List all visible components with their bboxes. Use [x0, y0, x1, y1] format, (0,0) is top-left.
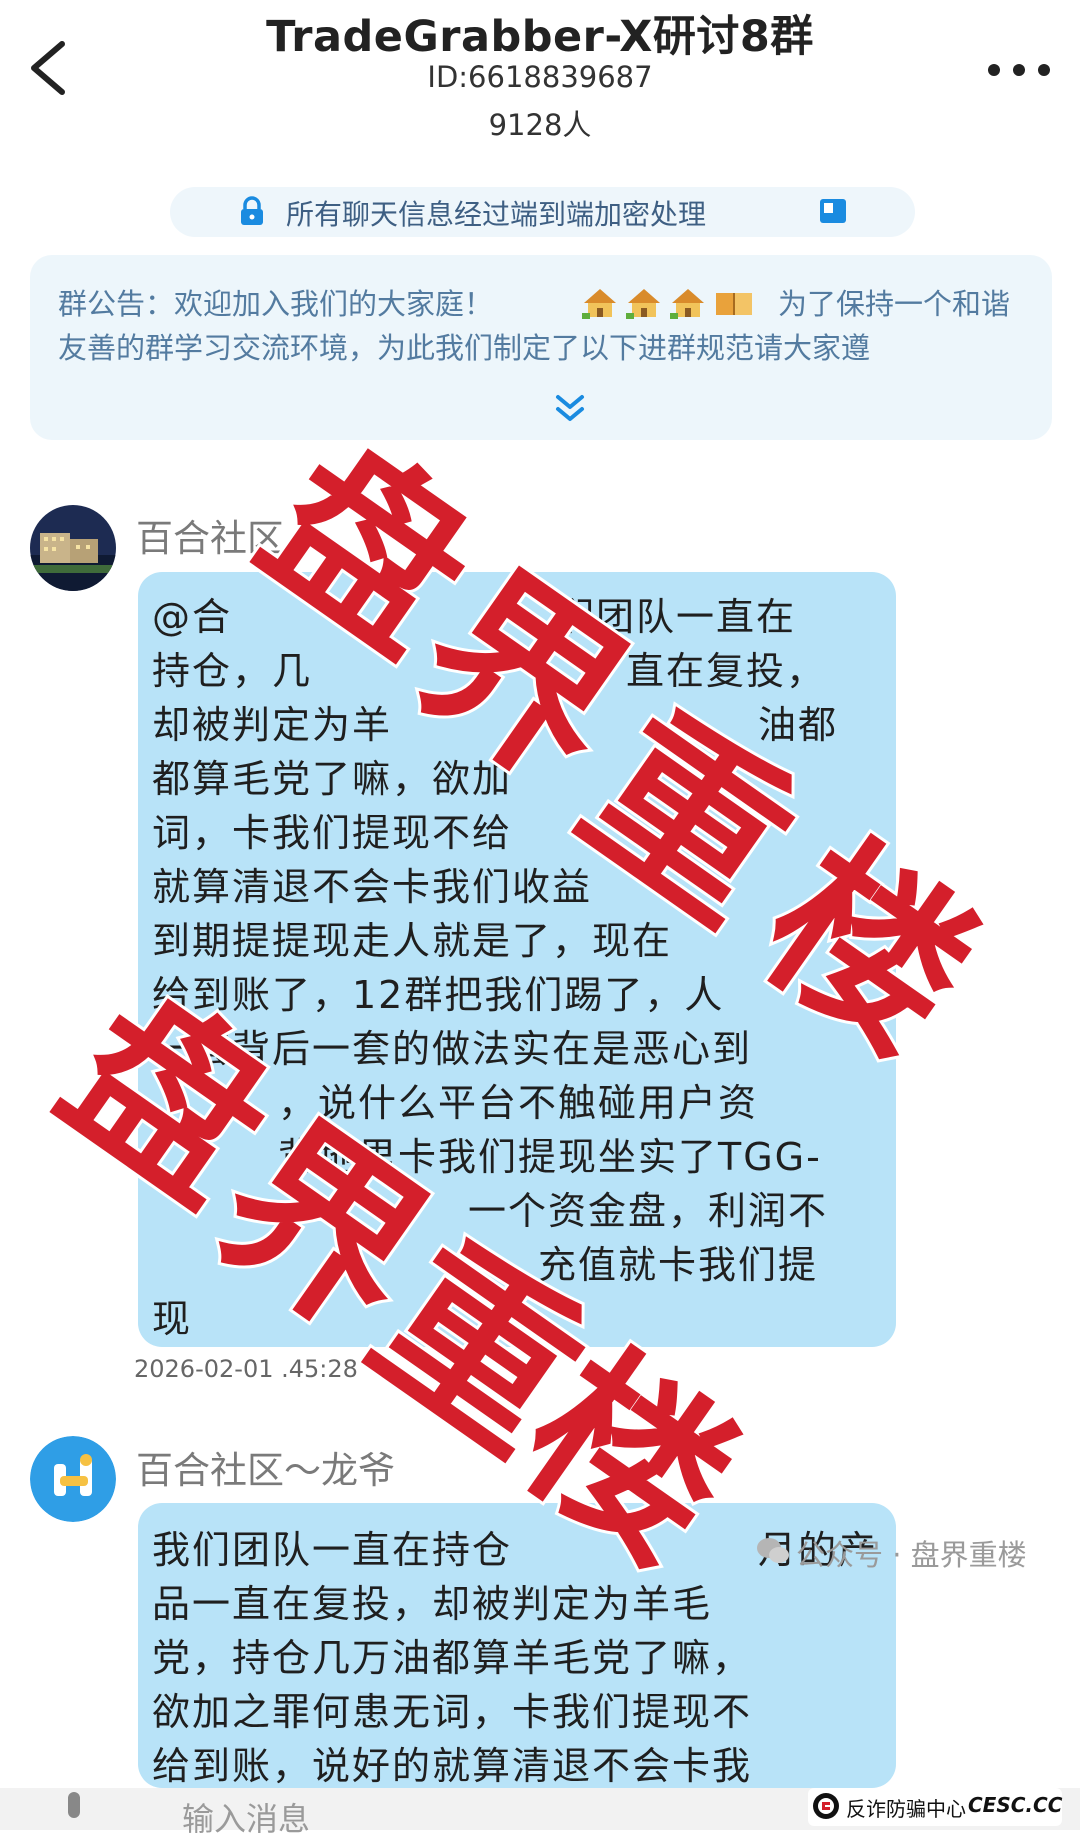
message-line: 却被判定为羊 [152, 703, 393, 747]
message-line: 品一直在复投，却被判定为羊毛 [152, 1582, 713, 1626]
group-title: TradeGrabber-X研讨8群 [266, 12, 814, 62]
sender-name: 百合社区 [136, 517, 284, 560]
message-timestamp: 2026-02-01 .45:28 [134, 1355, 358, 1383]
anti-fraud-label: 反诈防骗中心 [846, 1797, 966, 1821]
message-line: 党，持仓几万油都算羊毛党了嘛， [152, 1636, 753, 1680]
message-line: 到期提提现走人就是了，现在 [152, 919, 673, 963]
wechat-icon [757, 1538, 789, 1563]
message-line: 背地里卡我们提现坐实了TGG- [278, 1135, 822, 1179]
sender-name: 百合社区～龙爷 [136, 1449, 395, 1492]
message-line: 就算清退不会卡我们收益 [152, 865, 593, 909]
guide-book-icon[interactable] [818, 196, 848, 226]
message-bubble[interactable]: @合 们团队一直在 持仓，几 直在复投， 却被判定为羊 油都 都算毛党了嘛，欲加… [138, 572, 896, 1347]
message-line: 一套背后一套的做法实在是恶心到 [152, 1027, 753, 1071]
announcement-line-1: 群公告：欢迎加入我们的大家庭！ [58, 287, 494, 321]
lock-icon [241, 196, 263, 225]
announcement-line-1-tail: 为了保持一个和谐 [778, 287, 1011, 321]
group-id: ID:6618839687 [427, 60, 653, 94]
more-dots-icon[interactable] [984, 50, 1054, 90]
message-line: 充值就卡我们提 [538, 1243, 819, 1287]
house-emoji-icons [582, 289, 752, 319]
watermark-text: 公众号 · 盘界重楼 [796, 1538, 1027, 1572]
group-announcement[interactable]: 群公告：欢迎加入我们的大家庭！ 为了保持一个和谐 友善的群学习交流环境，为此我们… [30, 255, 1052, 440]
sender-avatar[interactable] [30, 505, 116, 591]
chat-header: TradeGrabber-X研讨8群 ID:6618839687 9128人 [0, 0, 1080, 150]
microphone-icon[interactable] [60, 1790, 88, 1830]
message-line: 都算毛党了嘛，欲加 [152, 757, 513, 801]
message-line: 们团队一直在 [556, 595, 797, 639]
message-line: 我们团队一直在持仓 [152, 1528, 513, 1572]
message-line: 现 [152, 1297, 193, 1341]
message-line: 欲加之罪何患无词，卡我们提现不 [152, 1690, 753, 1734]
message-line: 词，卡我们提现不给 [152, 811, 513, 855]
message-line: 给到账了，12群把我们踢了，人 [152, 973, 725, 1017]
message-line: 一个资金盘，利润不 [468, 1189, 829, 1233]
anti-fraud-badge: 反诈防骗中心 CESC.CC [808, 1788, 1062, 1826]
message-line: 油都 [758, 703, 839, 747]
sender-avatar[interactable] [30, 1436, 116, 1522]
encryption-notice: 所有聊天信息经过端到端加密处理 [170, 187, 915, 237]
message-line: 直在复投， [626, 649, 827, 693]
announcement-line-2: 友善的群学习交流环境，为此我们制定了以下进群规范请大家遵 [58, 331, 871, 365]
message-input[interactable]: 输入消息 [182, 1794, 310, 1840]
message-line: ，说什么平台不触碰用户资 [278, 1081, 759, 1125]
encryption-text: 所有聊天信息经过端到端加密处理 [286, 198, 707, 231]
double-chevron-down-icon[interactable] [552, 391, 588, 427]
message-line: @合 [152, 595, 233, 639]
member-count: 9128人 [488, 108, 592, 142]
anti-fraud-site: CESC.CC [968, 1793, 1063, 1817]
anti-fraud-logo-icon [813, 1793, 839, 1819]
message-line: 持仓，几 [152, 649, 313, 693]
message-line: 给到账，说好的就算清退不会卡我 [152, 1744, 753, 1788]
